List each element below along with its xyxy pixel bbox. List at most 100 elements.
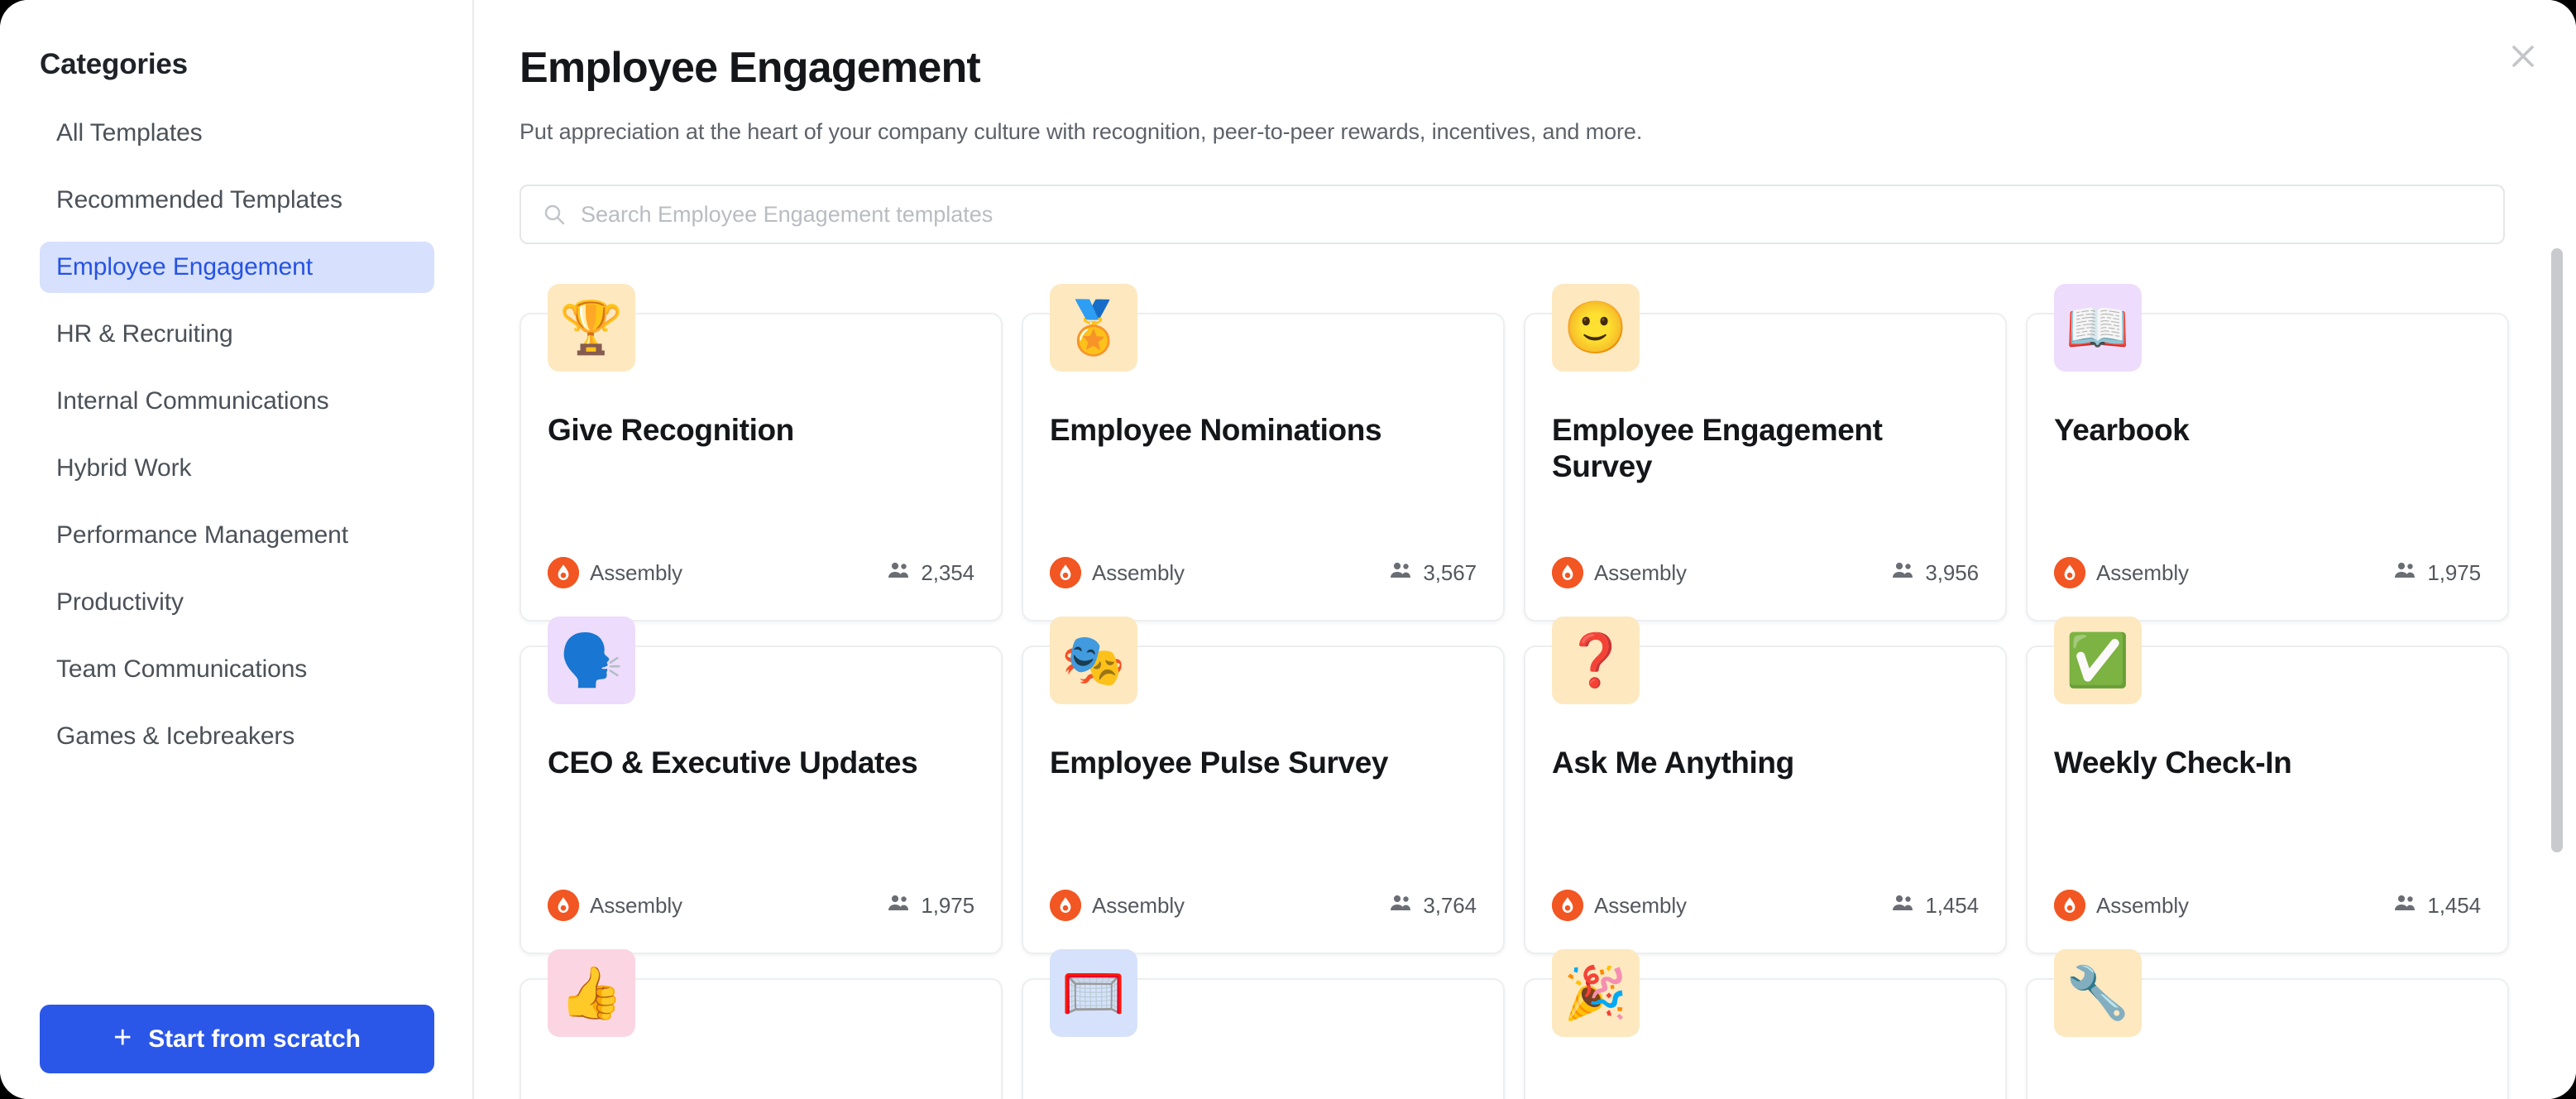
template-card-title: Employee Nominations — [1050, 413, 1382, 447]
assembly-logo-icon — [1050, 557, 1081, 588]
sidebar-item-hr-recruiting[interactable]: HR & Recruiting — [40, 309, 434, 360]
main-panel: Employee Engagement Put appreciation at … — [474, 0, 2576, 1099]
scrollbar-track[interactable] — [2551, 8, 2563, 1091]
template-card-footer: Assembly 1,975 — [2054, 557, 2481, 588]
page-subtitle: Put appreciation at the heart of your co… — [520, 119, 1643, 144]
assembly-logo — [1552, 557, 1583, 588]
users-icon-wrap — [886, 561, 911, 585]
sidebar-item-employee-engagement[interactable]: Employee Engagement — [40, 242, 434, 293]
template-card[interactable]: 🏆 Give Recognition Assembly 2,354 — [520, 284, 1003, 621]
template-card-author-name: Assembly — [1092, 559, 1185, 585]
template-card-users: 1,975 — [2392, 560, 2481, 586]
sidebar-item-label: HR & Recruiting — [56, 320, 233, 348]
template-card-author: Assembly — [1552, 557, 1687, 588]
template-card[interactable]: 👍 — [520, 949, 1003, 1099]
template-card-author: Assembly — [1050, 557, 1185, 588]
users-icon — [1893, 562, 1913, 578]
sidebar-item-label: Recommended Templates — [56, 186, 342, 214]
assembly-logo-icon — [548, 890, 579, 921]
thumbs-up-icon: 👍 — [548, 949, 635, 1037]
template-card-users-count: 3,567 — [1423, 559, 1477, 585]
template-card[interactable]: 🥅 — [1022, 949, 1505, 1099]
sidebar-item-label: Hybrid Work — [56, 454, 192, 482]
users-icon — [1893, 895, 1913, 910]
sidebar-item-hybrid-work[interactable]: Hybrid Work — [40, 443, 434, 494]
scrollbar-thumb[interactable] — [2551, 248, 2563, 852]
template-card-author: Assembly — [548, 557, 682, 588]
sidebar-item-team-communications[interactable]: Team Communications — [40, 644, 434, 695]
sidebar-item-label: Performance Management — [56, 521, 348, 549]
template-card-users-count: 3,956 — [1925, 559, 1979, 585]
assembly-logo — [2054, 557, 2085, 588]
sidebar-item-label: Productivity — [56, 588, 184, 616]
sidebar-item-label: All Templates — [56, 119, 203, 146]
template-card-author-name: Assembly — [2096, 559, 2189, 585]
template-card-author: Assembly — [1552, 890, 1687, 921]
users-icon — [1391, 895, 1411, 910]
sidebar-item-games-icebreakers[interactable]: Games & Icebreakers — [40, 711, 434, 762]
search-bar[interactable] — [520, 185, 2505, 244]
template-card[interactable]: 🎉 — [1524, 949, 2007, 1099]
category-list: All Templates Recommended Templates Employ… — [40, 108, 434, 778]
template-card[interactable]: ❓ Ask Me Anything Assembly 1,454 — [1524, 617, 2007, 954]
template-card[interactable]: 🔧 — [2026, 949, 2509, 1099]
assembly-logo — [548, 557, 579, 588]
sidebar-item-internal-communications[interactable]: Internal Communications — [40, 376, 434, 427]
sidebar-item-label: Team Communications — [56, 655, 308, 683]
template-card-title: Give Recognition — [548, 413, 794, 447]
users-icon — [1391, 562, 1411, 578]
start-from-scratch-button[interactable]: + Start from scratch — [40, 1005, 434, 1073]
template-card-footer: Assembly 3,956 — [1552, 557, 1979, 588]
template-card[interactable]: 🎭 Employee Pulse Survey Assembly 3,764 — [1022, 617, 1505, 954]
template-card-users: 3,567 — [1388, 560, 1477, 586]
users-icon-wrap — [1388, 894, 1413, 918]
template-card[interactable]: 📖 Yearbook Assembly 1,975 — [2026, 284, 2509, 621]
users-icon-wrap — [1388, 561, 1413, 585]
template-card-users: 1,454 — [1890, 893, 1979, 919]
question-mark-icon: ❓ — [1552, 617, 1640, 704]
assembly-logo — [1050, 890, 1081, 921]
sidebar-title: Categories — [40, 48, 188, 80]
template-card-footer: Assembly 1,454 — [2054, 890, 2481, 921]
sidebar-item-all-templates[interactable]: All Templates — [40, 108, 434, 159]
users-icon-wrap — [1890, 561, 1915, 585]
template-card[interactable]: 🗣️ CEO & Executive Updates Assembly 1,975 — [520, 617, 1003, 954]
template-card-users: 2,354 — [886, 560, 974, 586]
template-card-author-name: Assembly — [1092, 892, 1185, 918]
assembly-logo-icon — [1050, 890, 1081, 921]
template-card-author: Assembly — [2054, 890, 2189, 921]
template-card-users-count: 1,975 — [921, 892, 974, 918]
start-from-scratch-label: Start from scratch — [148, 1025, 361, 1053]
assembly-logo-icon — [2054, 557, 2085, 588]
template-card[interactable]: ✅ Weekly Check-In Assembly 1,454 — [2026, 617, 2509, 954]
assembly-logo — [2054, 890, 2085, 921]
slightly-smiling-face-icon: 🙂 — [1552, 284, 1640, 372]
page-title: Employee Engagement — [520, 44, 981, 92]
template-card-users: 3,764 — [1388, 893, 1477, 919]
speaking-head-icon: 🗣️ — [548, 617, 635, 704]
templates-modal: Categories All Templates Recommended Temp… — [0, 0, 2576, 1099]
sidebar-item-performance-management[interactable]: Performance Management — [40, 510, 434, 561]
template-card-users-count: 3,764 — [1423, 892, 1477, 918]
wrench-icon: 🔧 — [2054, 949, 2142, 1037]
template-card-author-name: Assembly — [1594, 892, 1687, 918]
template-card-title: CEO & Executive Updates — [548, 746, 918, 780]
template-card-title: Weekly Check-In — [2054, 746, 2292, 780]
template-card-author-name: Assembly — [2096, 892, 2189, 918]
search-icon — [544, 204, 565, 225]
sidebar-item-recommended-templates[interactable]: Recommended Templates — [40, 175, 434, 226]
template-card-users-count: 1,454 — [1925, 892, 1979, 918]
template-card[interactable]: 🙂 Employee Engagement Survey Assembly 3,956 — [1524, 284, 2007, 621]
template-card-footer: Assembly 1,975 — [548, 890, 974, 921]
search-input[interactable] — [581, 201, 2482, 228]
sidebar-item-label: Games & Icebreakers — [56, 722, 295, 750]
assembly-logo-icon — [2054, 890, 2085, 921]
users-icon — [888, 895, 909, 910]
template-card-author: Assembly — [2054, 557, 2189, 588]
template-card[interactable]: 🏅 Employee Nominations Assembly 3,567 — [1022, 284, 1505, 621]
template-card-footer: Assembly 3,567 — [1050, 557, 1477, 588]
assembly-logo-icon — [548, 557, 579, 588]
close-button[interactable] — [2505, 38, 2541, 74]
sidebar-item-productivity[interactable]: Productivity — [40, 577, 434, 628]
plus-icon: + — [113, 1020, 132, 1055]
